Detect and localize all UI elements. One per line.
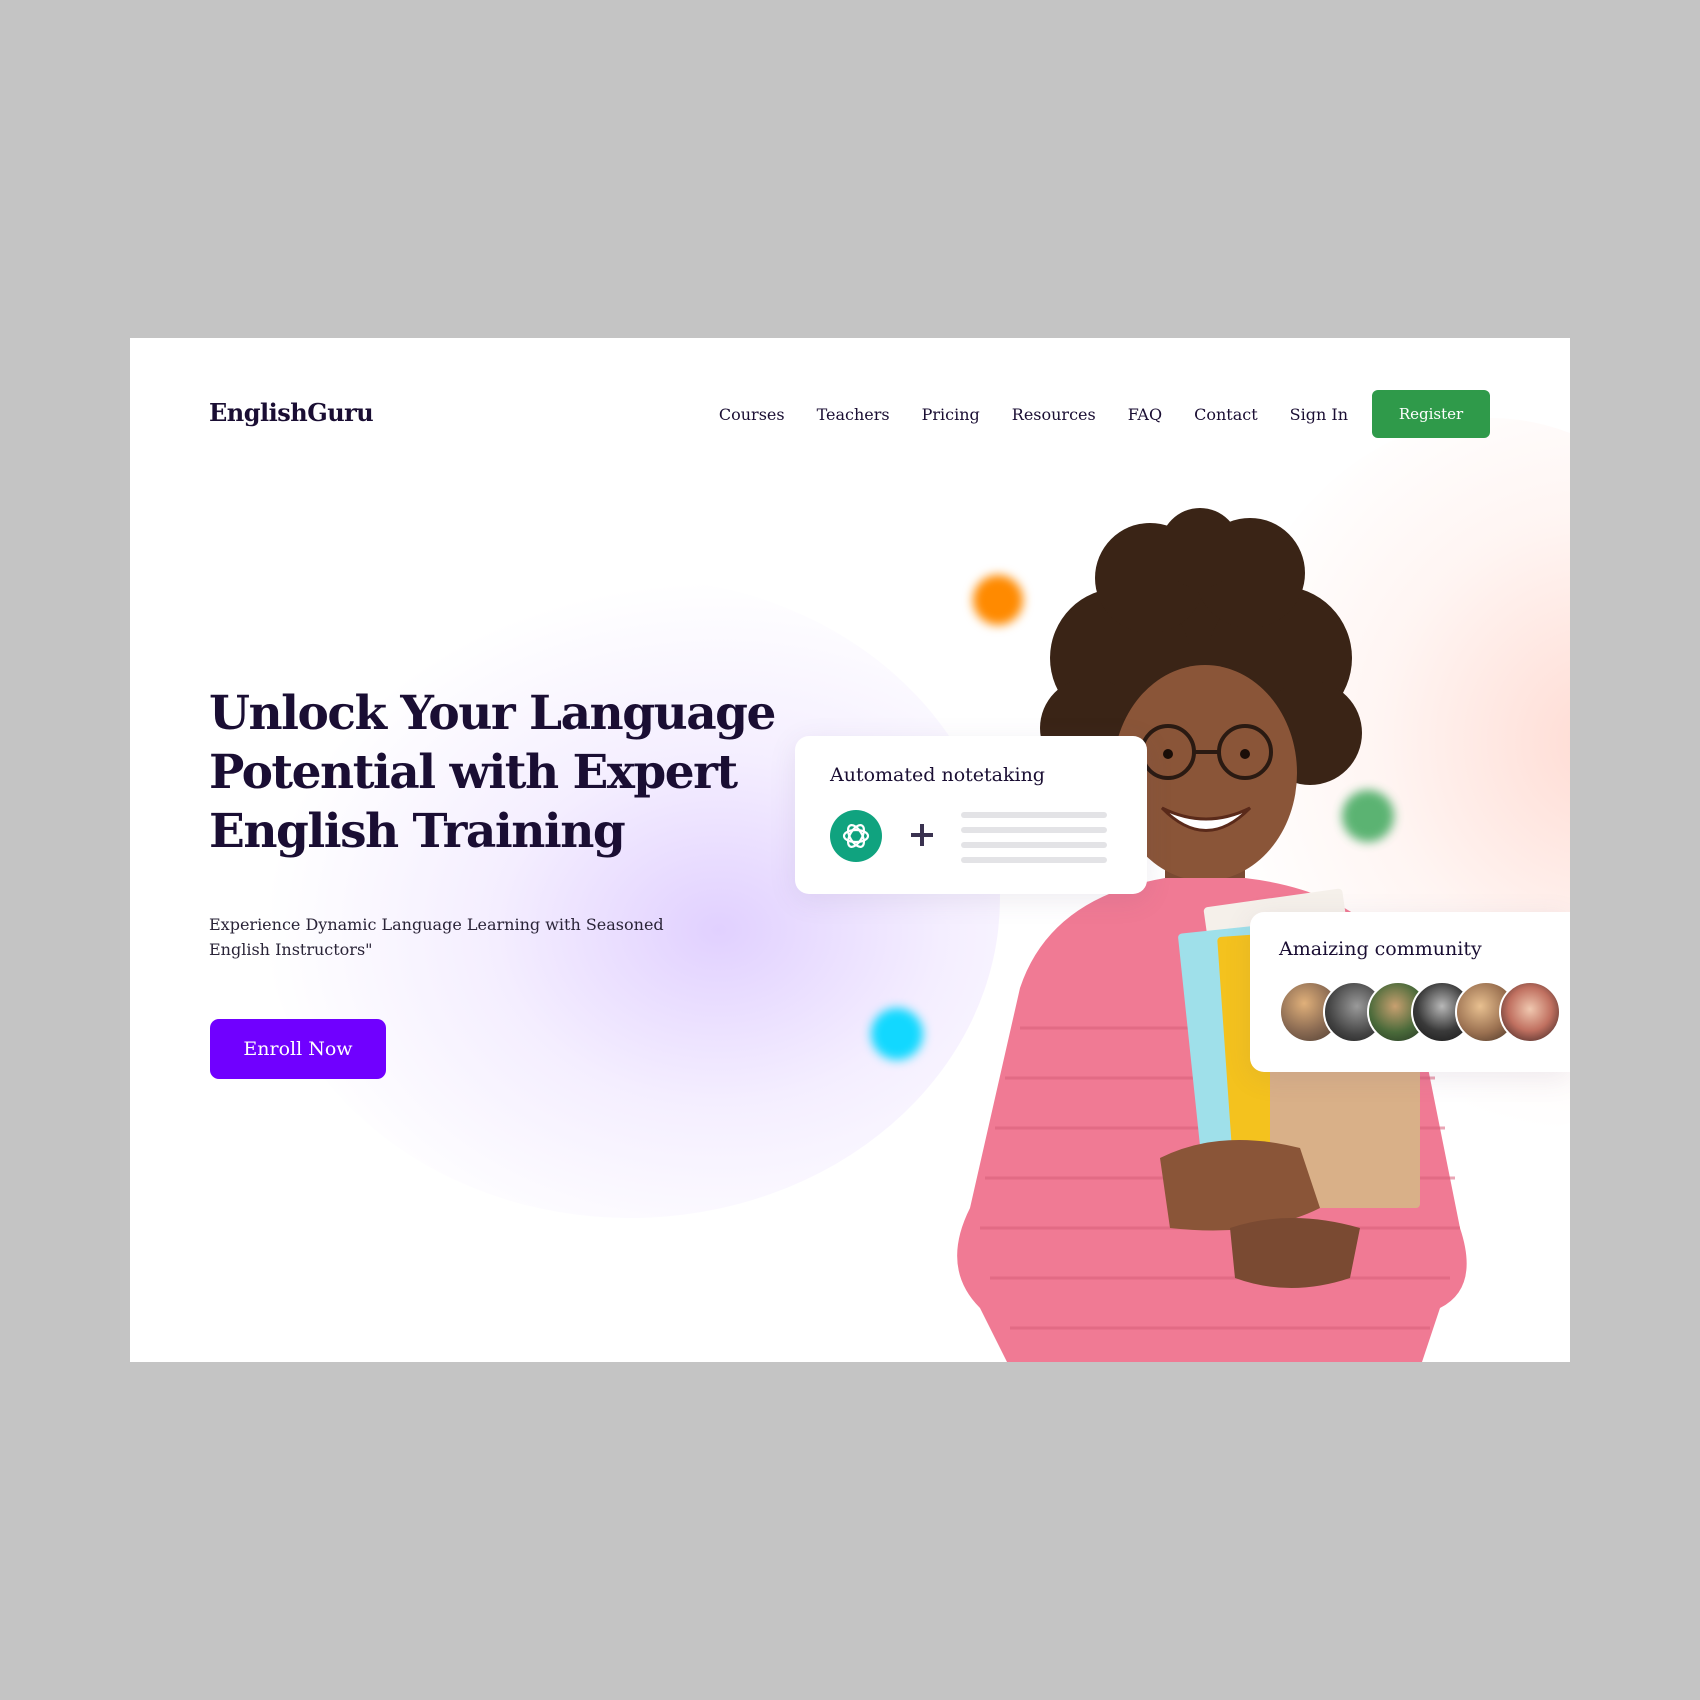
community-card-title: Amaizing community bbox=[1279, 938, 1482, 960]
community-card: Amaizing community bbox=[1250, 912, 1570, 1072]
brand-logo[interactable]: EnglishGuru bbox=[209, 398, 374, 427]
landing-page: EnglishGuru Courses Teachers Pricing Res… bbox=[130, 338, 1570, 1362]
notetaking-card: Automated notetaking bbox=[795, 736, 1147, 894]
register-button[interactable]: Register bbox=[1372, 390, 1490, 438]
avatar bbox=[1499, 981, 1561, 1043]
enroll-now-button[interactable]: Enroll Now bbox=[210, 1019, 386, 1079]
note-placeholder-lines bbox=[961, 812, 1107, 872]
nav-courses[interactable]: Courses bbox=[719, 405, 785, 424]
nav-contact[interactable]: Contact bbox=[1194, 405, 1258, 424]
nav-faq[interactable]: FAQ bbox=[1128, 405, 1162, 424]
purple-background-glow bbox=[260, 578, 1000, 1218]
chatgpt-icon bbox=[830, 810, 882, 862]
nav-teachers[interactable]: Teachers bbox=[817, 405, 890, 424]
hero-subtitle: Experience Dynamic Language Learning wit… bbox=[209, 915, 664, 959]
nav-resources[interactable]: Resources bbox=[1012, 405, 1096, 424]
nav-sign-in[interactable]: Sign In bbox=[1290, 405, 1348, 424]
main-nav: Courses Teachers Pricing Resources FAQ C… bbox=[719, 390, 1490, 438]
plus-icon bbox=[903, 816, 941, 854]
notetaking-card-title: Automated notetaking bbox=[830, 764, 1045, 786]
hero-title: Unlock Your Language Potential with Expe… bbox=[209, 686, 776, 859]
nav-pricing[interactable]: Pricing bbox=[922, 405, 980, 424]
